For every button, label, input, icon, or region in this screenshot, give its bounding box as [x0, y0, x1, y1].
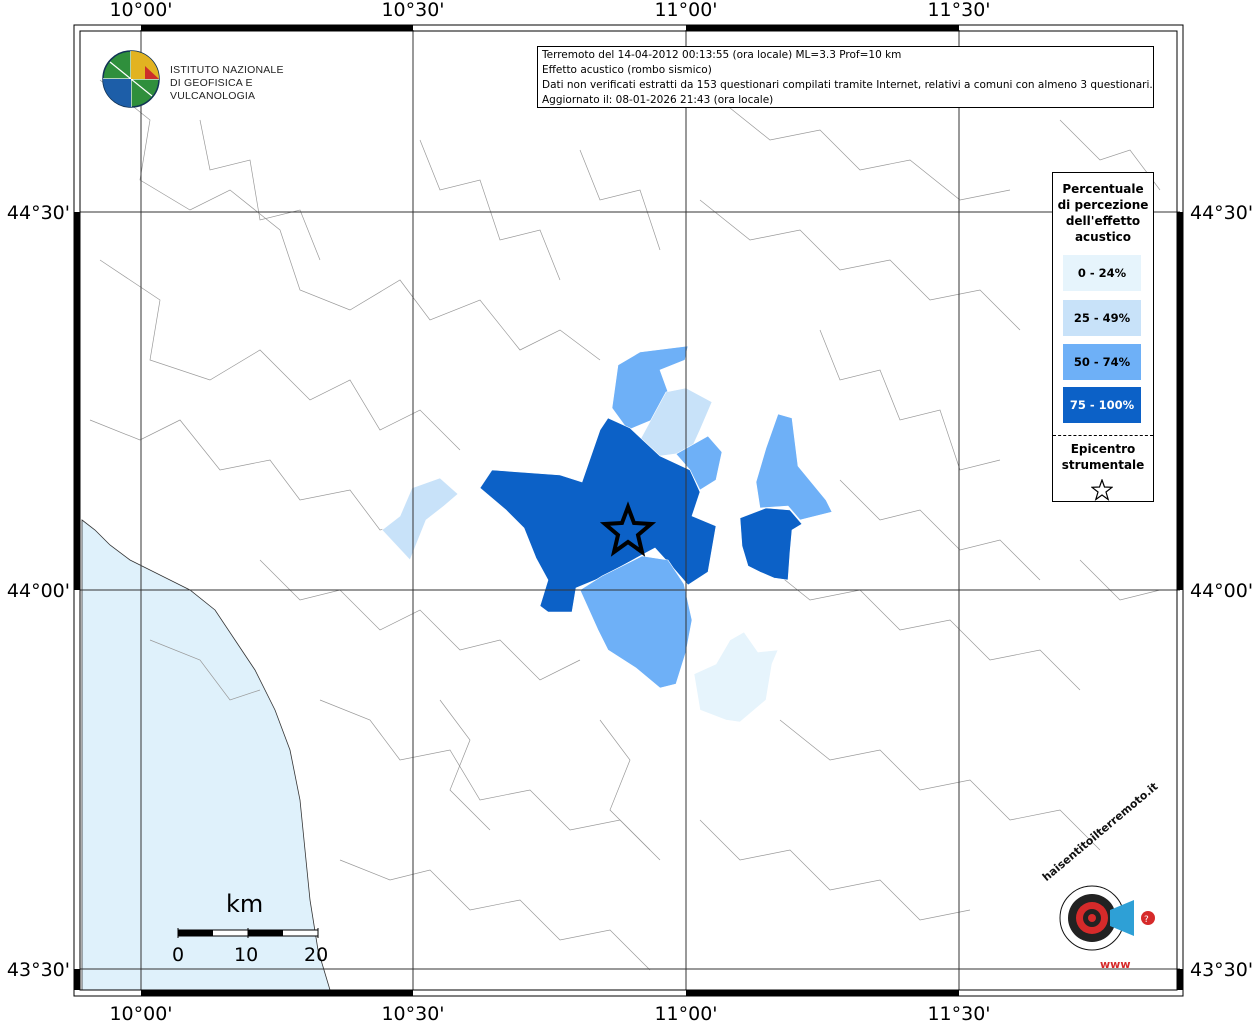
event-info-box: Terremoto del 14-04-2012 00:13:55 (ora l…: [537, 46, 1154, 108]
left-tick-label: 43°30': [7, 959, 70, 981]
municipality-25-49: [381, 477, 459, 561]
scale-label: 20: [304, 944, 329, 966]
top-tick-label: 11°00': [654, 0, 717, 21]
legend-title-line: dell'effetto: [1065, 214, 1141, 228]
bottom-tick-label: 10°00': [109, 1003, 172, 1024]
scale-label: 0: [172, 944, 185, 966]
top-tick-label: 10°30': [381, 0, 444, 21]
legend-class-75-100: 75 - 100%: [1063, 387, 1141, 423]
legend-epicenter-line: Epicentro: [1070, 442, 1136, 456]
haisentito-url: www: [1100, 958, 1131, 971]
data-note: Dati non verificati estratti da 153 ques…: [542, 79, 1153, 91]
scale-unit: km: [226, 890, 264, 918]
scale-label: 10: [234, 944, 259, 966]
legend-class-0-24: 0 - 24%: [1063, 255, 1141, 291]
event-subtitle: Effetto acustico (rombo sismico): [542, 64, 712, 76]
legend-divider: [1053, 435, 1153, 436]
top-tick-label: 11°30': [927, 0, 990, 21]
legend-epicenter-line: strumentale: [1061, 458, 1145, 472]
globe-icon: [102, 50, 160, 108]
legend-class-25-49: 25 - 49%: [1063, 300, 1141, 336]
municipality-75-100: [739, 507, 803, 581]
right-tick-label: 44°30': [1190, 202, 1253, 224]
legend-title: Percentuale di percezione dell'effetto a…: [1053, 181, 1153, 245]
event-title: Terremoto del 14-04-2012 00:13:55 (ora l…: [542, 49, 902, 61]
scale-bar: km 0 10 20: [170, 890, 340, 970]
right-tick-label: 44°00': [1190, 580, 1253, 602]
logo-line-1: ISTITUTO NAZIONALE: [170, 64, 284, 76]
right-tick-label: 43°30': [1190, 959, 1253, 981]
legend-title-line: acustico: [1074, 230, 1132, 244]
left-tick-label: 44°30': [7, 202, 70, 224]
bottom-tick-label: 11°30': [927, 1003, 990, 1024]
bottom-tick-label: 10°30': [381, 1003, 444, 1024]
municipality-shading: [381, 345, 833, 723]
legend: Percentuale di percezione dell'effetto a…: [1052, 172, 1154, 502]
top-tick-label: 10°00': [109, 0, 172, 21]
ingv-logo: ISTITUTO NAZIONALE DI GEOFISICA E VULCAN…: [100, 48, 320, 112]
legend-title-line: Percentuale: [1062, 182, 1144, 196]
haisentito-text: haisentitoilterremoto.it www: [1030, 780, 1180, 976]
legend-epicenter-label: Epicentro strumentale: [1053, 441, 1153, 473]
update-time: Aggiornato il: 08-01-2026 21:43 (ora loc…: [542, 94, 774, 106]
haisentito-logo: ? haisentitoilterremoto.it www: [1030, 780, 1180, 976]
municipality-0-24: [693, 631, 779, 723]
left-tick-label: 44°00': [7, 580, 70, 602]
legend-class-50-74: 50 - 74%: [1063, 344, 1141, 380]
scale-bar-graphic: [177, 928, 319, 938]
legend-title-line: di percezione: [1057, 198, 1149, 212]
bottom-tick-label: 11°00': [654, 1003, 717, 1024]
star-icon: [1091, 479, 1113, 501]
logo-line-2: DI GEOFISICA E VULCANOLOGIA: [170, 77, 256, 102]
municipality-50-74: [755, 413, 833, 521]
